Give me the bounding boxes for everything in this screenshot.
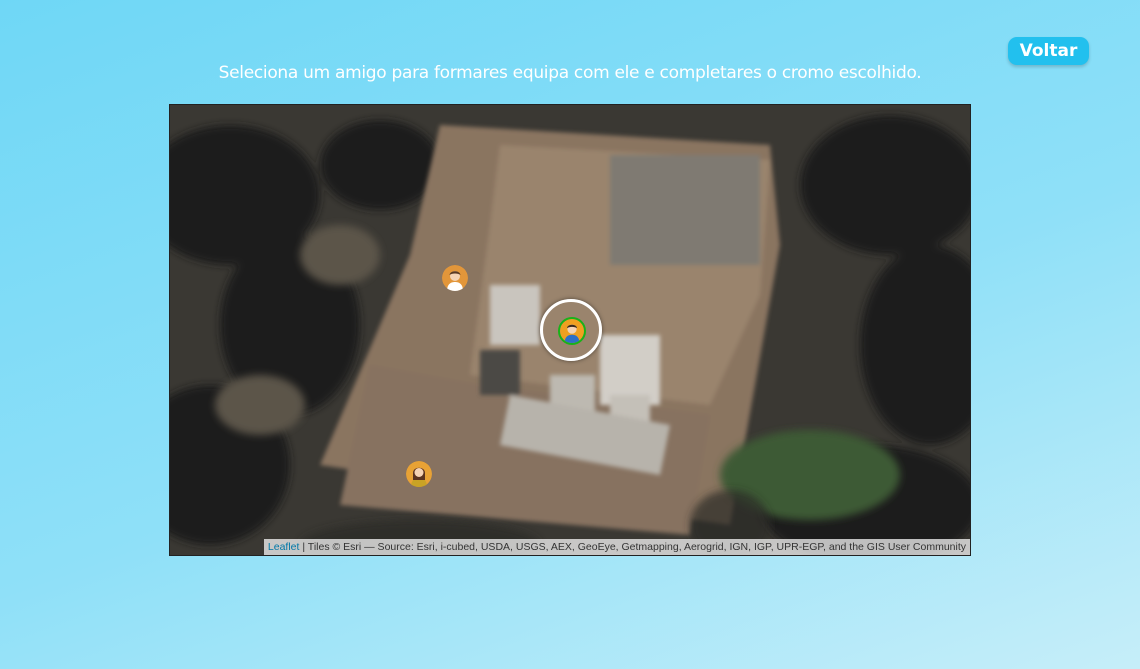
person-avatar-icon (406, 461, 432, 487)
friend-marker-2[interactable] (406, 461, 432, 487)
person-avatar-icon (442, 265, 468, 291)
selected-marker-ring[interactable] (540, 299, 602, 361)
person-avatar-icon (560, 319, 584, 343)
friend-marker-1[interactable] (442, 265, 468, 291)
current-user-marker[interactable] (558, 317, 586, 345)
instruction-text: Seleciona um amigo para formares equipa … (218, 63, 922, 83)
leaflet-link[interactable]: Leaflet (268, 541, 300, 553)
attribution-text: | Tiles © Esri — Source: Esri, i-cubed, … (299, 541, 966, 553)
map-attribution: Leaflet | Tiles © Esri — Source: Esri, i… (263, 539, 970, 555)
map-view[interactable]: Leaflet | Tiles © Esri — Source: Esri, i… (169, 104, 971, 556)
